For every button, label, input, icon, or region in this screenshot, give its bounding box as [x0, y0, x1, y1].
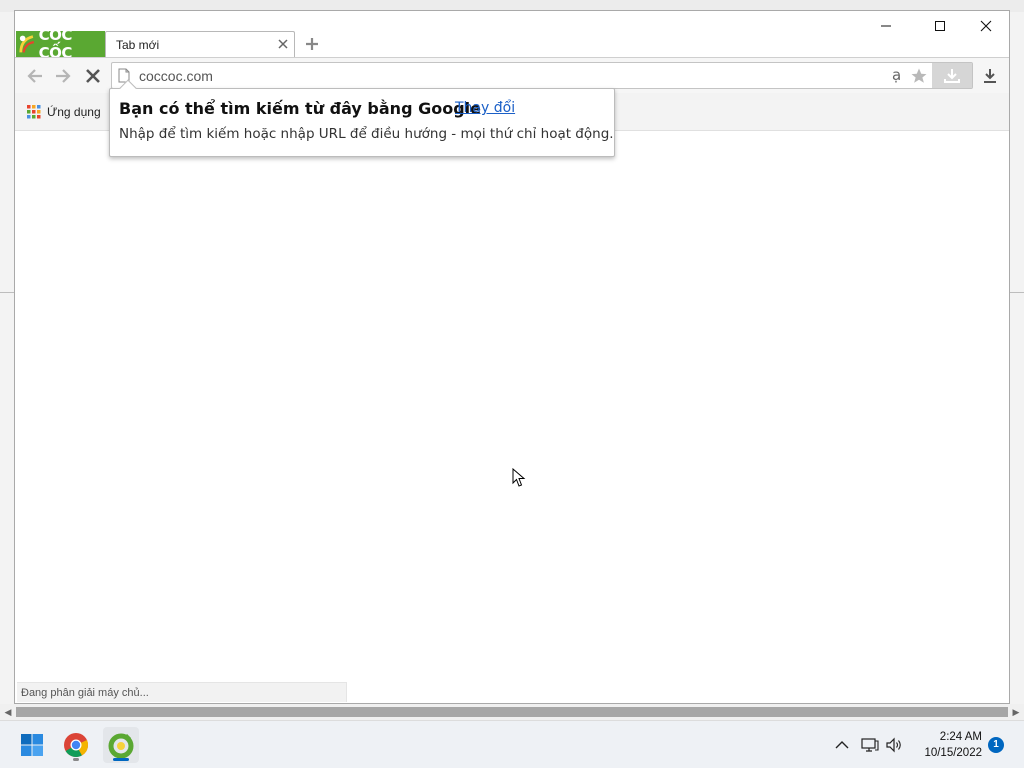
- show-hidden-icons-button[interactable]: [832, 735, 852, 755]
- coccoc-brand-button[interactable]: CỐC CỐC: [16, 26, 105, 62]
- bookmark-star-icon[interactable]: [910, 67, 928, 85]
- taskbar: 2:24 AM 10/15/2022 1: [0, 720, 1024, 768]
- downloads-button[interactable]: [979, 66, 1001, 86]
- chevron-up-icon: [835, 741, 849, 749]
- coccoc-active-indicator: [113, 758, 129, 761]
- popup-description: Nhập để tìm kiếm hoặc nhập URL để điều h…: [119, 126, 614, 142]
- taskbar-coccoc-button[interactable]: [103, 727, 139, 763]
- address-url[interactable]: coccoc.com: [139, 68, 213, 84]
- scroll-right-icon[interactable]: ▶: [1011, 707, 1021, 717]
- apps-grid-icon: [27, 105, 41, 119]
- coccoc-logo-icon: [19, 35, 35, 53]
- apps-label: Ứng dụng: [47, 105, 101, 119]
- volume-button[interactable]: [884, 735, 904, 755]
- horizontal-scrollbar[interactable]: ◀ ▶: [0, 704, 1024, 720]
- apps-shortcut[interactable]: Ứng dụng: [27, 105, 101, 119]
- clock-date: 10/15/2022: [924, 747, 982, 759]
- chrome-running-indicator: [73, 758, 79, 761]
- tab-title: Tab mới: [116, 38, 160, 52]
- speaker-icon: [886, 737, 901, 753]
- system-clock[interactable]: 2:24 AM 10/15/2022: [912, 729, 982, 761]
- stop-loading-button[interactable]: [83, 66, 103, 86]
- translate-icon[interactable]: ạ: [892, 66, 901, 84]
- title-bar: CỐC CỐC Tab mới: [15, 11, 1009, 62]
- close-icon: [980, 20, 992, 32]
- tab-new-tab[interactable]: Tab mới: [105, 31, 295, 58]
- windows-logo-icon: [21, 734, 43, 756]
- stop-x-icon: [86, 69, 100, 83]
- tab-close-icon[interactable]: [276, 37, 290, 51]
- background-divider-left: [0, 292, 14, 293]
- maximize-button[interactable]: [917, 11, 963, 41]
- status-bubble: Đang phân giải máy chủ...: [17, 682, 347, 702]
- new-tab-plus-icon[interactable]: [303, 35, 321, 53]
- mouse-cursor-icon: [512, 468, 526, 487]
- chrome-icon: [64, 733, 89, 758]
- background-divider-right: [1010, 292, 1024, 293]
- scroll-left-icon[interactable]: ◀: [3, 707, 13, 717]
- minimize-button[interactable]: [863, 11, 909, 41]
- network-button[interactable]: [860, 735, 880, 755]
- coccoc-taskbar-icon: [108, 733, 134, 758]
- search-engine-popup: Bạn có thể tìm kiếm từ đây bằng Google T…: [109, 79, 615, 157]
- notification-badge[interactable]: 1: [988, 737, 1004, 753]
- minimize-icon: [881, 25, 891, 27]
- maximize-icon: [935, 21, 945, 31]
- back-button[interactable]: [25, 66, 45, 86]
- download-icon: [984, 69, 996, 83]
- change-search-engine-link[interactable]: Thay đổi: [455, 100, 515, 116]
- popup-title: Bạn có thể tìm kiếm từ đây bằng Google: [119, 99, 481, 118]
- savior-download-button[interactable]: [932, 63, 972, 88]
- forward-arrow-icon: [56, 69, 71, 83]
- start-button[interactable]: [14, 727, 50, 763]
- clock-time: 2:24 AM: [939, 731, 982, 743]
- network-monitor-icon: [861, 738, 879, 752]
- scrollbar-thumb[interactable]: [16, 707, 1008, 717]
- taskbar-chrome-button[interactable]: [58, 727, 94, 763]
- back-arrow-icon: [27, 69, 42, 83]
- close-window-button[interactable]: [963, 11, 1009, 41]
- savior-download-icon: [944, 68, 960, 83]
- address-bar[interactable]: coccoc.com ạ: [111, 62, 973, 89]
- forward-button[interactable]: [53, 66, 73, 86]
- page-content: [15, 132, 1009, 703]
